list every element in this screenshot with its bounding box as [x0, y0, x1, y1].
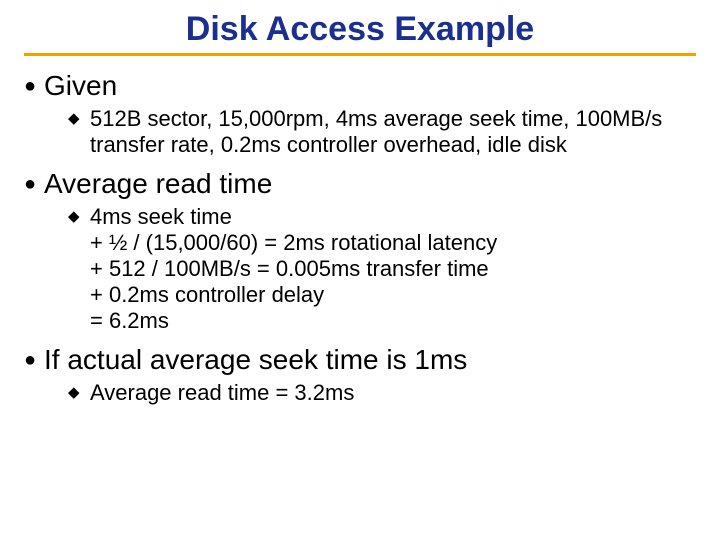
disc-bullet-icon: ● [24, 70, 44, 102]
diamond-bullet-icon: ◆ [68, 106, 90, 132]
disc-bullet-icon: ● [24, 168, 44, 200]
disc-bullet-icon: ● [24, 344, 44, 376]
bullet-text: Average read time = 3.2ms [90, 380, 696, 406]
bullet-text: 4ms seek time + ½ / (15,000/60) = 2ms ro… [90, 204, 696, 334]
slide-title: Disk Access Example [24, 10, 696, 49]
bullet-level2: ◆ 512B sector, 15,000rpm, 4ms average se… [68, 106, 696, 158]
bullet-level1: ● Average read time [24, 168, 696, 200]
bullet-level2: ◆ 4ms seek time + ½ / (15,000/60) = 2ms … [68, 204, 696, 334]
title-rule [24, 53, 696, 56]
bullet-level1: ● Given [24, 70, 696, 102]
diamond-bullet-icon: ◆ [68, 380, 90, 406]
bullet-text: Given [44, 70, 696, 102]
slide: Disk Access Example ● Given ◆ 512B secto… [0, 0, 720, 540]
bullet-text: If actual average seek time is 1ms [44, 344, 696, 376]
diamond-bullet-icon: ◆ [68, 204, 90, 230]
bullet-level1: ● If actual average seek time is 1ms [24, 344, 696, 376]
bullet-level2: ◆ Average read time = 3.2ms [68, 380, 696, 406]
bullet-text: 512B sector, 15,000rpm, 4ms average seek… [90, 106, 696, 158]
bullet-text: Average read time [44, 168, 696, 200]
